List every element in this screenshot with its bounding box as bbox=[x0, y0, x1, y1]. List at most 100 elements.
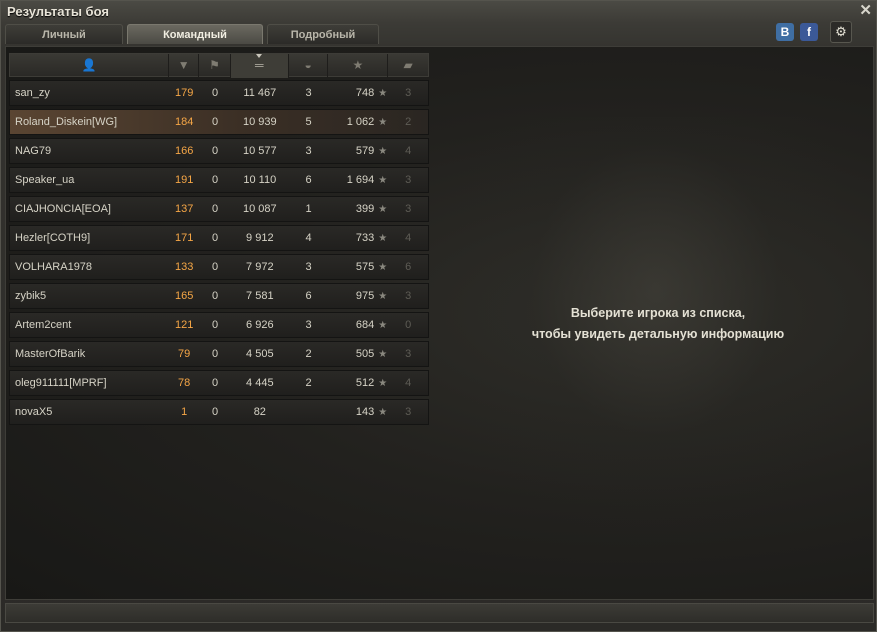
table-row[interactable]: VOLHARA1978 133 0 7 972 3 575 ★ 6 bbox=[9, 254, 429, 280]
tab-personal-result[interactable]: Личный результат bbox=[5, 24, 123, 61]
tank-tier-icon[interactable]: ▰ bbox=[388, 54, 428, 78]
vk-share-button[interactable]: B bbox=[776, 23, 794, 41]
table-row[interactable]: NAG79 166 0 10 577 3 579 ★ 4 bbox=[9, 138, 429, 164]
tab-bar: Личный результат Командный результат Под… bbox=[5, 24, 379, 61]
damage-dealt-value: 10 939 bbox=[242, 116, 277, 128]
social-buttons: B f bbox=[776, 23, 818, 41]
damage-dealt-value: 7 972 bbox=[246, 261, 274, 273]
capture-points-value: 0 bbox=[211, 377, 219, 389]
capture-points-value: 0 bbox=[211, 290, 219, 302]
tank-tier-value: 2 bbox=[405, 116, 412, 128]
table-row[interactable]: zybik5 165 0 7 581 6 975 ★ 3 bbox=[9, 283, 429, 309]
star-icon: ★ bbox=[378, 145, 388, 157]
player-name: zybik5 bbox=[15, 290, 47, 302]
damage-dealt-value: 82 bbox=[253, 406, 266, 418]
damage-dealt-icon[interactable]: ═ bbox=[230, 54, 289, 78]
frags-value: 3 bbox=[305, 145, 312, 157]
table-row[interactable]: novaX5 1 0 82 143 ★ 3 bbox=[9, 399, 429, 425]
frags-value: 5 bbox=[305, 116, 312, 128]
damage-received-value: 166 bbox=[175, 145, 194, 157]
capture-points-value: 0 bbox=[211, 145, 219, 157]
player-icon[interactable]: 👤 bbox=[10, 54, 170, 78]
damage-received-value: 165 bbox=[175, 290, 194, 302]
table-row[interactable]: oleg911111[MPRF] 78 0 4 445 2 512 ★ 4 bbox=[9, 370, 429, 396]
battle-results-window: Результаты боя ✕ Личный результат Команд… bbox=[0, 0, 877, 632]
player-name: Speaker_ua bbox=[15, 174, 75, 186]
experience-value: 748 bbox=[355, 87, 375, 99]
table-body: san_zy 179 0 11 467 3 748 ★ 3 Roland_Diskein[WG]… bbox=[9, 80, 429, 425]
damage-received-value: 191 bbox=[175, 174, 194, 186]
tank-tier-value: 4 bbox=[405, 145, 412, 157]
star-icon: ★ bbox=[378, 377, 388, 389]
team-results-table: 👤 ▼ ⚑ ═ ◒ ★ ▰ san_zy 179 0 11 467 3 748 ★ 3 Rola… bbox=[9, 53, 429, 425]
damage-dealt-value: 10 087 bbox=[242, 203, 277, 215]
damage-received-icon[interactable]: ▼ bbox=[169, 54, 200, 78]
damage-dealt-value: 6 926 bbox=[246, 319, 274, 331]
table-row[interactable]: san_zy 179 0 11 467 3 748 ★ 3 bbox=[9, 80, 429, 106]
damage-dealt-value: 10 110 bbox=[243, 174, 277, 186]
player-name: san_zy bbox=[15, 87, 50, 99]
damage-received-value: 179 bbox=[175, 87, 194, 99]
star-icon: ★ bbox=[378, 116, 388, 128]
star-icon: ★ bbox=[378, 87, 388, 99]
experience-value: 975 bbox=[355, 290, 375, 302]
star-icon: ★ bbox=[378, 319, 388, 331]
damage-received-value: 133 bbox=[175, 261, 194, 273]
table-row[interactable]: Artem2cent 121 0 6 926 3 684 ★ 0 bbox=[9, 312, 429, 338]
damage-dealt-value: 4 505 bbox=[246, 348, 274, 360]
player-name: novaX5 bbox=[15, 406, 53, 418]
frags-value: 2 bbox=[305, 348, 312, 360]
experience-value: 1 062 bbox=[346, 116, 375, 128]
damage-dealt-value: 11 467 bbox=[243, 87, 277, 99]
experience-value: 579 bbox=[355, 145, 375, 157]
capture-flag-icon[interactable]: ⚑ bbox=[199, 54, 231, 78]
tank-tier-value: 6 bbox=[405, 261, 412, 273]
tab-team-result[interactable]: Командный результат bbox=[127, 24, 263, 61]
experience-value: 505 bbox=[355, 348, 375, 360]
experience-value: 1 694 bbox=[346, 174, 375, 186]
experience-value: 143 bbox=[355, 406, 375, 418]
star-icon: ★ bbox=[378, 174, 388, 186]
frags-tank-icon[interactable]: ◒ bbox=[289, 54, 329, 78]
tab-detailed-report[interactable]: Подробный отчёт bbox=[267, 24, 379, 61]
frags-value: 3 bbox=[305, 261, 312, 273]
table-row[interactable]: Speaker_ua 191 0 10 110 6 1 694 ★ 3 bbox=[9, 167, 429, 193]
table-row[interactable]: MasterOfBarik 79 0 4 505 2 505 ★ 3 bbox=[9, 341, 429, 367]
damage-received-value: 137 bbox=[175, 203, 194, 215]
capture-points-value: 0 bbox=[211, 87, 219, 99]
damage-received-value: 171 bbox=[175, 232, 194, 244]
star-icon: ★ bbox=[378, 406, 388, 418]
results-panel: 👤 ▼ ⚑ ═ ◒ ★ ▰ san_zy 179 0 11 467 3 748 ★ 3 Rola… bbox=[5, 46, 874, 600]
experience-value: 575 bbox=[355, 261, 375, 273]
table-row[interactable]: CIAJHONCIA[EOA] 137 0 10 087 1 399 ★ 3 bbox=[9, 196, 429, 222]
frags-value: 1 bbox=[305, 203, 312, 215]
tank-tier-value: 4 bbox=[405, 232, 412, 244]
player-name: Roland_Diskein[WG] bbox=[15, 116, 118, 128]
tank-tier-value: 3 bbox=[405, 290, 412, 302]
hint-line-2: чтобы увидеть детальную информацию bbox=[531, 327, 785, 341]
damage-dealt-value: 10 577 bbox=[242, 145, 277, 157]
close-icon[interactable]: ✕ bbox=[859, 1, 872, 19]
frags-value: 3 bbox=[305, 87, 312, 99]
frags-value: 6 bbox=[305, 290, 312, 302]
facebook-share-button[interactable]: f bbox=[800, 23, 818, 41]
tank-tier-value: 3 bbox=[405, 174, 412, 186]
damage-received-value: 121 bbox=[175, 319, 194, 331]
window-title: Результаты боя bbox=[7, 4, 109, 19]
star-icon: ★ bbox=[378, 203, 388, 215]
table-row[interactable]: Hezler[COTH9] 171 0 9 912 4 733 ★ 4 bbox=[9, 225, 429, 251]
damage-received-value: 79 bbox=[178, 348, 191, 360]
table-row[interactable]: Roland_Diskein[WG] 184 0 10 939 5 1 062 ★ 2 bbox=[9, 109, 429, 135]
experience-value: 399 bbox=[355, 203, 375, 215]
player-name: VOLHARA1978 bbox=[15, 261, 93, 273]
capture-points-value: 0 bbox=[211, 319, 219, 331]
experience-star-icon[interactable]: ★ bbox=[328, 54, 389, 78]
tank-tier-value: 3 bbox=[405, 348, 412, 360]
gear-icon[interactable]: ⚙ bbox=[830, 21, 852, 43]
damage-dealt-value: 7 581 bbox=[246, 290, 274, 302]
star-icon: ★ bbox=[378, 290, 388, 302]
frags-value: 4 bbox=[305, 232, 312, 244]
capture-points-value: 0 bbox=[211, 348, 219, 360]
damage-dealt-value: 9 912 bbox=[246, 232, 274, 244]
damage-dealt-value: 4 445 bbox=[246, 377, 274, 389]
